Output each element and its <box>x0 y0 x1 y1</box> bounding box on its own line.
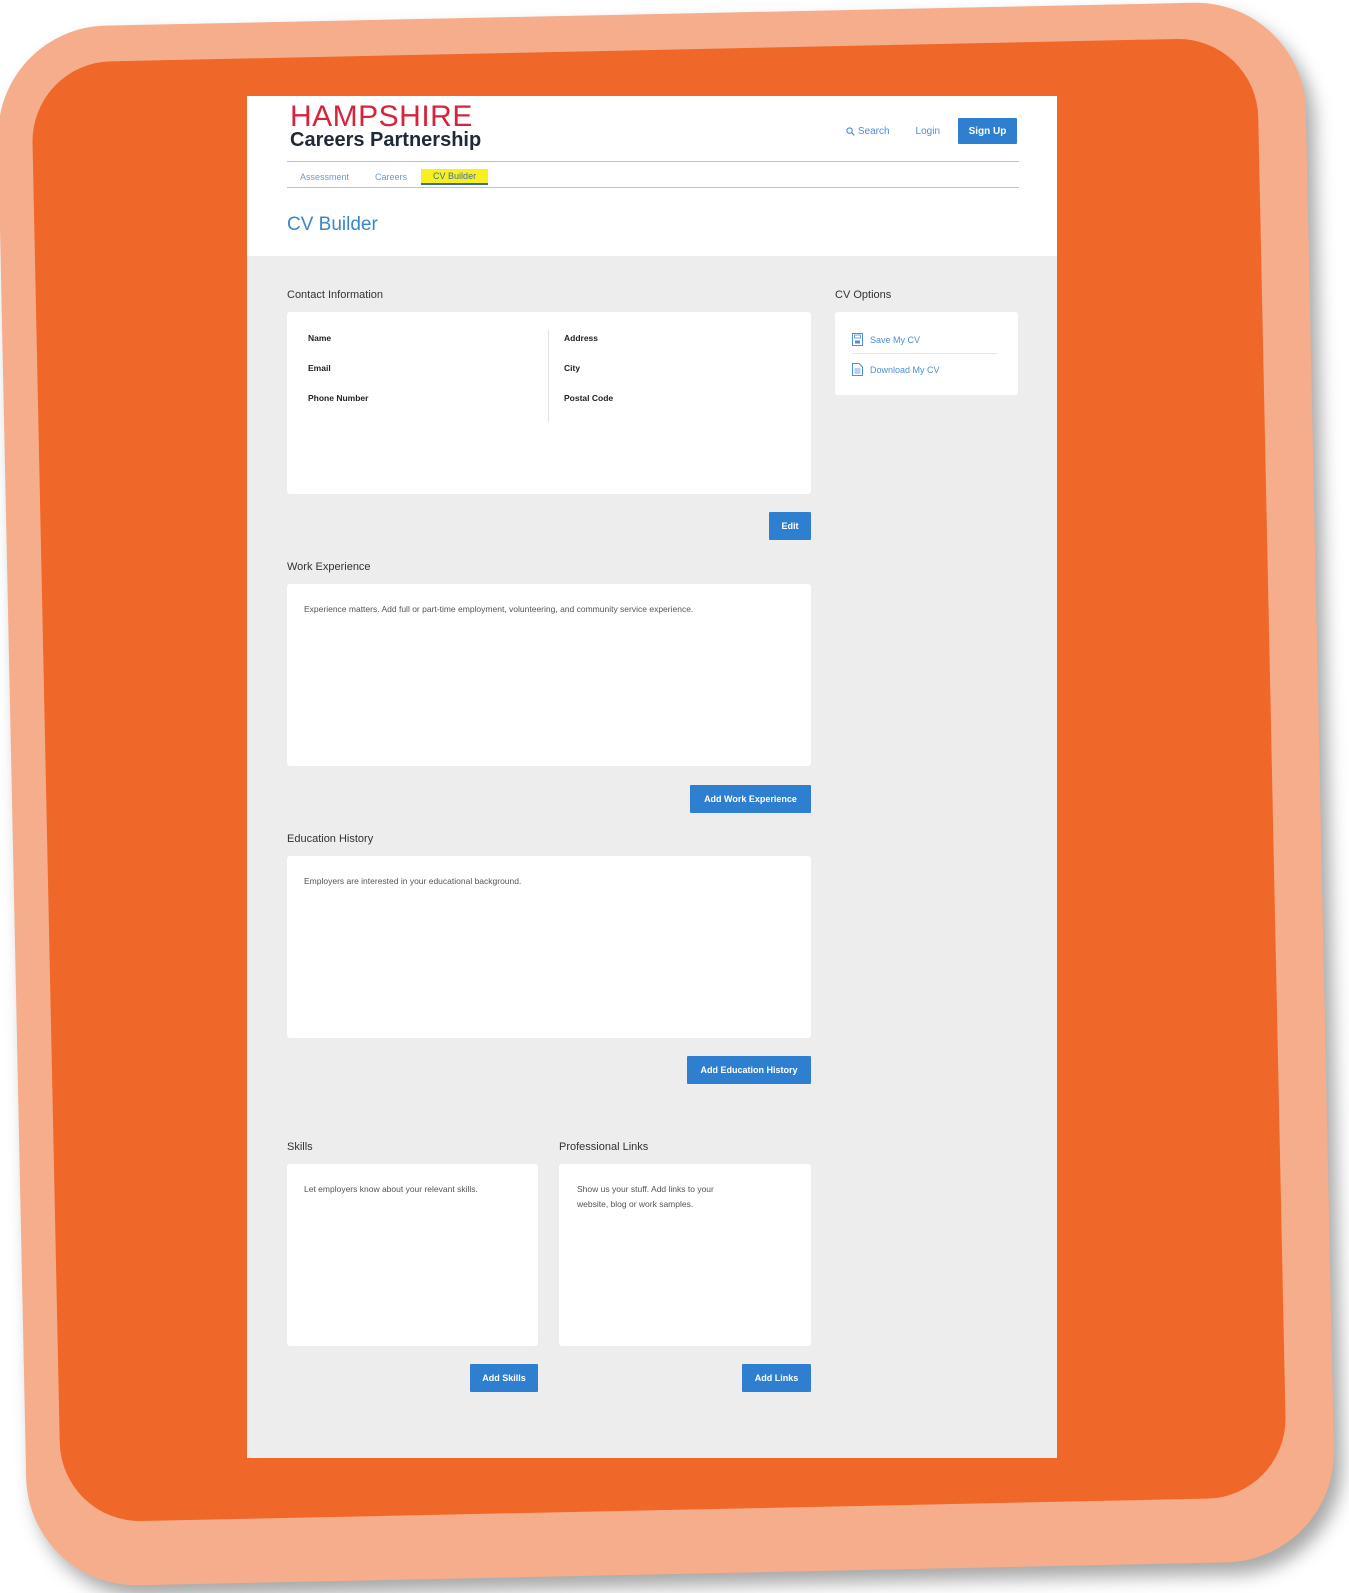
field-label-phone: Phone Number <box>308 393 369 403</box>
search-link[interactable]: Search <box>846 126 890 137</box>
education-heading: Education History <box>287 833 374 845</box>
header-actions: Search Login Sign Up <box>846 118 1017 144</box>
add-education-history-button[interactable]: Add Education History <box>687 1056 811 1084</box>
work-hint-text: Experience matters. Add full or part-tim… <box>304 604 694 614</box>
field-label-name: Name <box>308 333 332 343</box>
save-icon <box>852 333 863 346</box>
login-link[interactable]: Login <box>916 126 940 137</box>
contact-heading: Contact Information <box>287 289 383 301</box>
links-card: Show us your stuff. Add links to your we… <box>559 1164 811 1346</box>
save-cv-link[interactable]: Save My CV <box>852 333 920 346</box>
contact-card: Name Email Phone Number Address City Pos… <box>287 312 811 494</box>
download-cv-link[interactable]: Download My CV <box>852 363 940 376</box>
work-card: Experience matters. Add full or part-tim… <box>287 584 811 766</box>
cv-options-divider <box>852 353 997 354</box>
work-heading: Work Experience <box>287 561 371 573</box>
contact-divider <box>548 330 549 422</box>
cv-options-heading: CV Options <box>835 289 892 301</box>
skills-hint-text: Let employers know about your relevant s… <box>304 1184 478 1194</box>
save-cv-label: Save My CV <box>870 334 921 345</box>
cv-options-card: Save My CV Download My CV <box>835 312 1018 395</box>
tab-assessment[interactable]: Assessment <box>300 172 349 182</box>
education-card: Employers are interested in your educati… <box>287 856 811 1038</box>
page-title: CV Builder <box>287 214 378 235</box>
site-header: HAMPSHIRE Careers Partnership Search Log… <box>247 96 1057 256</box>
field-label-city: City <box>564 363 581 373</box>
add-skills-button[interactable]: Add Skills <box>470 1364 538 1392</box>
field-label-email: Email <box>308 363 331 373</box>
links-hint-text: Show us your stuff. Add links to your we… <box>577 1184 714 1209</box>
skills-card: Let employers know about your relevant s… <box>287 1164 538 1346</box>
tab-cv-builder[interactable]: CV Builder <box>421 169 489 185</box>
field-label-postal-code: Postal Code <box>564 393 614 403</box>
education-hint-text: Employers are interested in your educati… <box>304 876 522 886</box>
document-icon <box>852 363 863 376</box>
links-heading: Professional Links <box>559 1141 649 1153</box>
header-divider-bottom <box>287 187 1019 188</box>
add-links-button[interactable]: Add Links <box>742 1364 811 1392</box>
tab-careers[interactable]: Careers <box>375 172 407 182</box>
search-label: Search <box>857 125 890 137</box>
field-label-address: Address <box>564 333 599 343</box>
skills-heading: Skills <box>287 1141 313 1153</box>
header-divider-top <box>287 161 1019 162</box>
signup-button[interactable]: Sign Up <box>958 118 1017 144</box>
brand-logo-line2[interactable]: Careers Partnership <box>290 129 481 152</box>
cv-builder-page: HAMPSHIRE Careers Partnership Search Log… <box>247 96 1057 1458</box>
add-work-experience-button[interactable]: Add Work Experience <box>690 785 811 813</box>
edit-contact-button[interactable]: Edit <box>769 512 811 540</box>
nav-tabs: Assessment Careers CV Builder <box>300 169 514 185</box>
download-cv-label: Download My CV <box>870 364 940 375</box>
search-icon <box>846 126 855 136</box>
